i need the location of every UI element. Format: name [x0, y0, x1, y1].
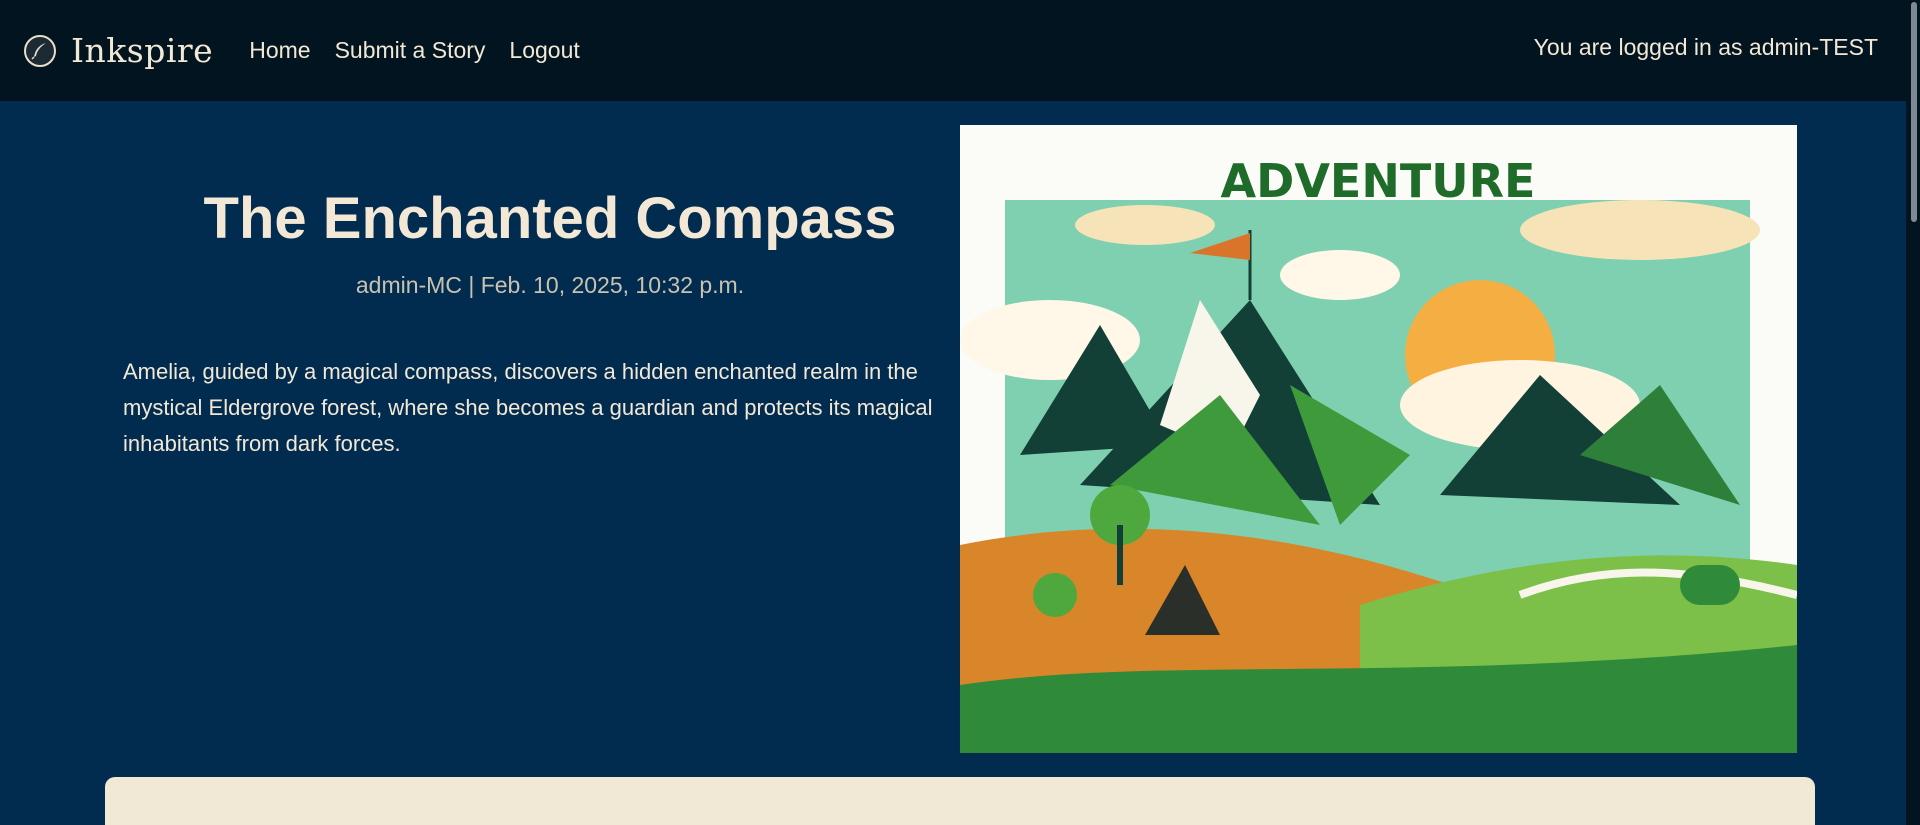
cover-illustration: ADVENTURE — [960, 125, 1797, 753]
page-scrollbar[interactable] — [1906, 0, 1920, 825]
story-cover-image: ADVENTURE — [960, 125, 1797, 753]
cover-heading: ADVENTURE — [1221, 154, 1536, 208]
login-status: You are logged in as admin-TEST — [1533, 34, 1878, 60]
nav-links: Home Submit a Story Logout — [249, 37, 580, 64]
feather-quill-icon — [24, 34, 56, 67]
story-meta: admin-MC | Feb. 10, 2025, 10:32 p.m. — [355, 272, 745, 298]
nav-home-link[interactable]: Home — [249, 37, 310, 64]
brand-name: Inkspire — [71, 31, 214, 70]
story-content-card — [105, 777, 1815, 825]
nav-submit-story-link[interactable]: Submit a Story — [335, 37, 486, 64]
story-title: The Enchanted Compass — [203, 186, 897, 251]
top-navbar: Inkspire Home Submit a Story Logout You … — [0, 0, 1920, 101]
scrollbar-thumb[interactable] — [1911, 2, 1917, 222]
nav-logout-link[interactable]: Logout — [509, 37, 579, 64]
brand-link[interactable]: Inkspire — [24, 31, 213, 70]
story-summary: Amelia, guided by a magical compass, dis… — [123, 359, 933, 456]
